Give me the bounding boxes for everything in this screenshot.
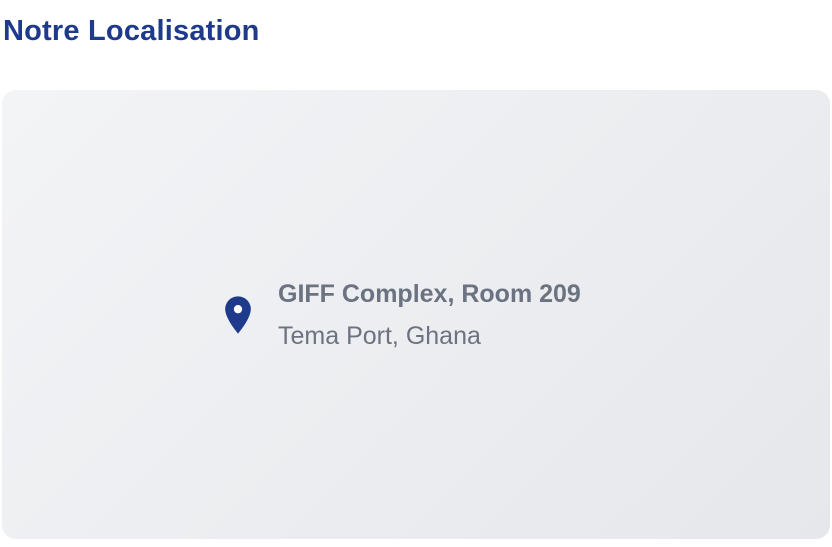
- address-line-2: Tema Port, Ghana: [278, 322, 481, 350]
- address-block: GIFF Complex, Room 209 Tema Port, Ghana: [278, 278, 581, 352]
- section-title: Notre Localisation: [3, 15, 260, 47]
- map-pin-icon: [222, 296, 254, 334]
- location-section: Notre Localisation GIFF Complex, Room 20…: [0, 0, 832, 547]
- location-info: GIFF Complex, Room 209 Tema Port, Ghana: [222, 278, 581, 352]
- address-line-1: GIFF Complex, Room 209: [278, 280, 581, 308]
- map-placeholder-card: GIFF Complex, Room 209 Tema Port, Ghana: [2, 90, 830, 539]
